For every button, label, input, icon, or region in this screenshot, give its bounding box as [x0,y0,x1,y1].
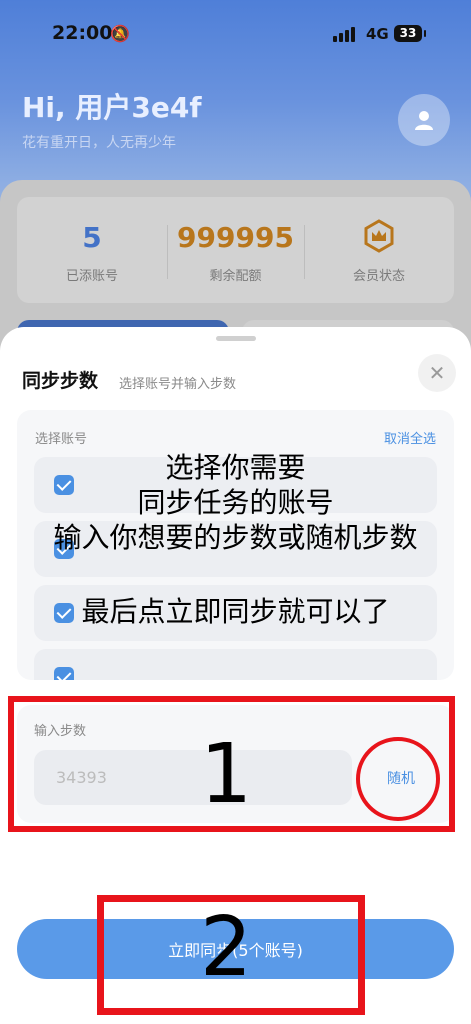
status-time: 22:00 [52,22,113,44]
sheet-handle[interactable] [216,336,256,341]
instruction-line: 同步任务的账号 [137,486,334,519]
bell-muted-icon: 🔕 [110,24,130,43]
instruction-line: 选择你需要 [165,451,306,484]
stat-accounts-label: 已添账号 [65,269,118,284]
network-type: 4G [366,25,389,43]
close-icon[interactable]: ✕ [418,354,456,392]
stat-accounts: 5 已添账号 [17,197,167,303]
stat-quota-label: 剩余配额 [209,269,262,284]
user-icon [415,111,433,130]
battery-icon: 33 [394,25,426,42]
avatar[interactable] [398,94,450,146]
checkbox-checked-icon[interactable] [54,667,74,680]
status-bar: 22:00 🔕 4G 33 [0,0,471,70]
signal-icon [333,26,357,42]
greeting-motto: 花有重开日，人无再少年 [22,135,176,151]
annotation-circle [356,737,440,821]
greeting-title: Hi, 用户3e4f [22,91,202,124]
stat-membership-label: 会员状态 [352,269,405,284]
stat-quota: 999995 剩余配额 [167,197,304,303]
annotation-marker-2: 2 [200,900,253,995]
sheet-subtitle: 选择账号并输入步数 [119,377,237,392]
account-row[interactable] [34,649,437,680]
annotation-marker-1: 1 [200,727,253,822]
instruction-line: 最后点立即同步就可以了 [81,595,390,628]
stat-accounts-value: 5 [82,221,102,254]
account-list-label: 选择账号 [35,432,88,447]
stats-card: 5 已添账号 999995 剩余配额 会员状态 [17,197,454,303]
deselect-all-link[interactable]: 取消全选 [384,428,436,447]
sheet-title: 同步步数 [22,370,99,392]
crown-badge-icon [364,219,394,253]
stat-quota-value: 999995 [177,221,294,254]
instruction-line: 输入你想要的步数或随机步数 [53,521,418,554]
stat-membership: 会员状态 [304,197,454,303]
